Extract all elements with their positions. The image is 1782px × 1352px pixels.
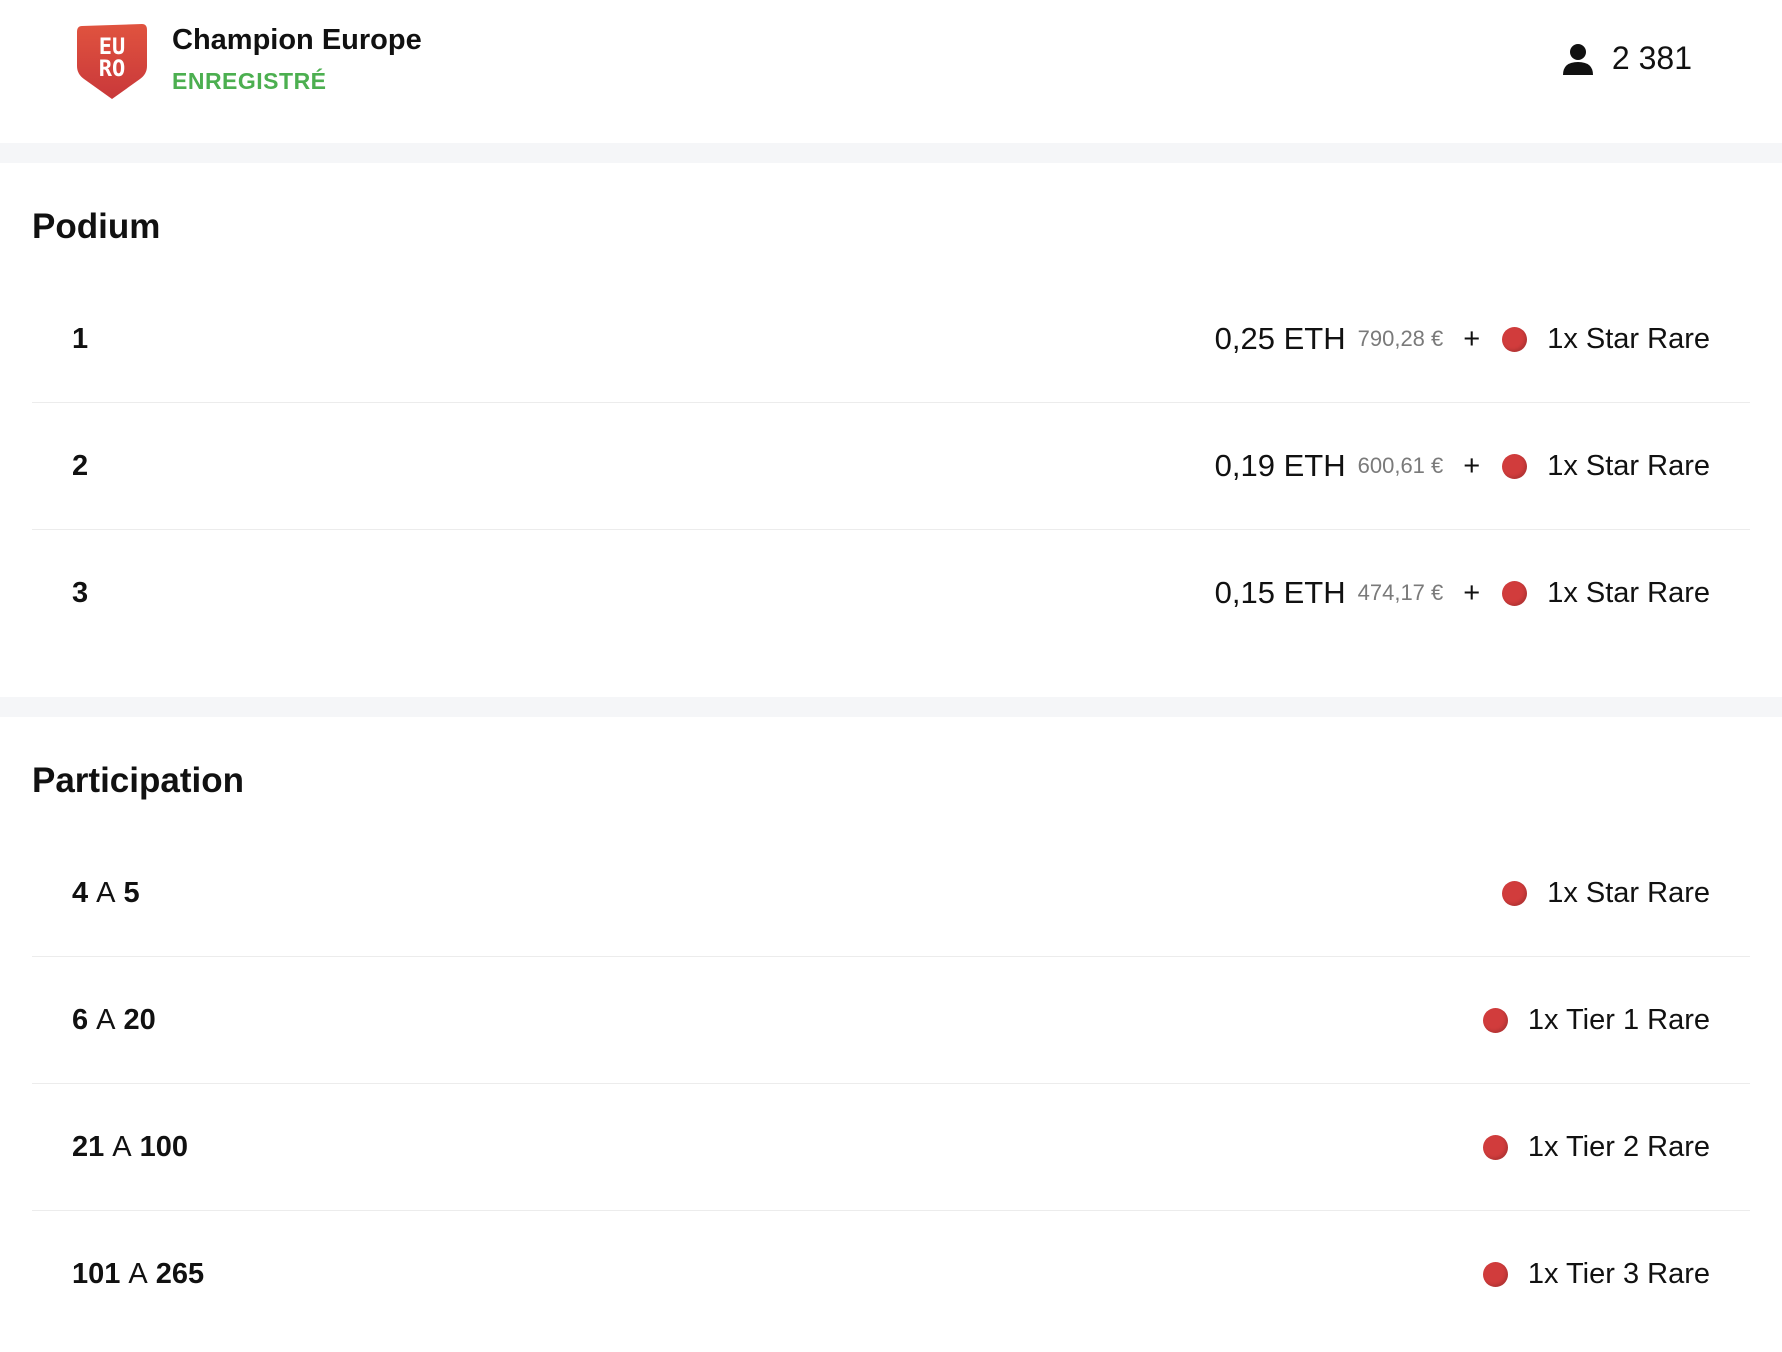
- user-icon: [1560, 41, 1596, 77]
- plus-sign: +: [1463, 576, 1481, 609]
- rank-range: 21 A 100: [32, 1131, 188, 1164]
- euro-logo: EU RO: [74, 20, 150, 102]
- section-divider: [0, 143, 1782, 163]
- podium-row: 3 0,15 ETH 474,17 € + 1x Star Rare: [32, 530, 1750, 656]
- participation-row: 4A5 1x Star Rare: [32, 830, 1750, 957]
- rank-separator: A: [112, 1130, 132, 1163]
- rank-to: 5: [123, 876, 140, 909]
- rank-from: 6: [72, 1003, 89, 1036]
- rank-from: 21: [72, 1130, 105, 1163]
- participants-value: 2 381: [1611, 40, 1692, 76]
- rank-range: 4A5: [32, 877, 140, 910]
- plus-sign: +: [1463, 449, 1481, 482]
- participation-section: Participation 4A5 1x Star Rare 6 A 20 1x T…: [0, 717, 1782, 1337]
- eth-amount: 0,15 ETH: [1214, 575, 1346, 610]
- rank-to: 20: [123, 1003, 156, 1036]
- card-reward: 1x Star Rare: [1547, 876, 1710, 909]
- participation-row: 101 A 265 1x Tier 3 Rare: [32, 1211, 1750, 1337]
- rank-from: 4: [72, 876, 89, 909]
- reward: 1x Star Rare: [1502, 877, 1750, 910]
- rank-from: 101: [72, 1257, 121, 1290]
- plus-sign: +: [1463, 322, 1481, 355]
- competition-header: EU RO Champion Europe ENREGISTRÉ 2 381: [0, 0, 1782, 143]
- rarity-dot-icon: [1502, 580, 1528, 606]
- card-reward: 1x Star Rare: [1547, 449, 1710, 482]
- participation-row: 6 A 20 1x Tier 1 Rare: [32, 957, 1750, 1084]
- podium-title: Podium: [32, 207, 161, 246]
- logo-text-line2: RO: [99, 57, 126, 82]
- podium-row: 2 0,19 ETH 600,61 € + 1x Star Rare: [32, 403, 1750, 530]
- participation-row: 21 A 100 1x Tier 2 Rare: [32, 1084, 1750, 1211]
- rank-separator: A: [96, 1003, 116, 1036]
- eth-amount: 0,19 ETH: [1214, 448, 1346, 483]
- fiat-amount: 790,28 €: [1357, 326, 1444, 351]
- card-reward: 1x Star Rare: [1547, 322, 1710, 355]
- registration-status: ENREGISTRÉ: [172, 68, 327, 94]
- podium-section: Podium 1 0,25 ETH 790,28 € + 1x Star Rar…: [0, 163, 1782, 697]
- participation-list: 4A5 1x Star Rare 6 A 20 1x Tier 1 Rare 21 A…: [32, 830, 1750, 1337]
- rarity-dot-icon: [1502, 326, 1528, 352]
- rank-to: 100: [139, 1130, 188, 1163]
- reward: 1x Tier 2 Rare: [1482, 1130, 1750, 1164]
- rank-label: 3: [72, 576, 89, 609]
- rarity-dot-icon: [1482, 1134, 1508, 1160]
- competition-title: Champion Europe: [172, 24, 422, 56]
- card-reward: 1x Tier 3 Rare: [1527, 1257, 1710, 1290]
- card-reward: 1x Star Rare: [1547, 576, 1710, 609]
- reward: 1x Tier 1 Rare: [1482, 1003, 1750, 1037]
- rarity-dot-icon: [1502, 880, 1528, 906]
- card-reward: 1x Tier 1 Rare: [1527, 1003, 1710, 1036]
- rank-label: 2: [72, 449, 89, 482]
- rank-range: 101 A 265: [32, 1258, 204, 1291]
- rank-separator: A: [128, 1257, 148, 1290]
- reward: 1x Tier 3 Rare: [1482, 1257, 1750, 1291]
- fiat-amount: 474,17 €: [1357, 580, 1444, 605]
- rank-label: 1: [72, 322, 89, 355]
- rank-to: 265: [155, 1257, 205, 1290]
- participants-count: 2 381: [1560, 40, 1692, 77]
- card-reward: 1x Tier 2 Rare: [1527, 1130, 1710, 1163]
- reward: 0,19 ETH 600,61 € + 1x Star Rare: [1215, 448, 1750, 484]
- section-divider: [0, 697, 1782, 717]
- eth-amount: 0,25 ETH: [1214, 321, 1346, 356]
- reward: 0,25 ETH 790,28 € + 1x Star Rare: [1215, 321, 1750, 357]
- participation-title: Participation: [32, 761, 244, 800]
- rarity-dot-icon: [1482, 1261, 1508, 1287]
- rank-separator: A: [96, 876, 116, 909]
- podium-list: 1 0,25 ETH 790,28 € + 1x Star Rare 2 0,1…: [32, 276, 1750, 656]
- podium-row: 1 0,25 ETH 790,28 € + 1x Star Rare: [32, 276, 1750, 403]
- reward: 0,15 ETH 474,17 € + 1x Star Rare: [1215, 575, 1750, 611]
- rarity-dot-icon: [1502, 453, 1528, 479]
- fiat-amount: 600,61 €: [1357, 453, 1444, 478]
- rarity-dot-icon: [1482, 1007, 1508, 1033]
- rank-range: 6 A 20: [32, 1004, 156, 1037]
